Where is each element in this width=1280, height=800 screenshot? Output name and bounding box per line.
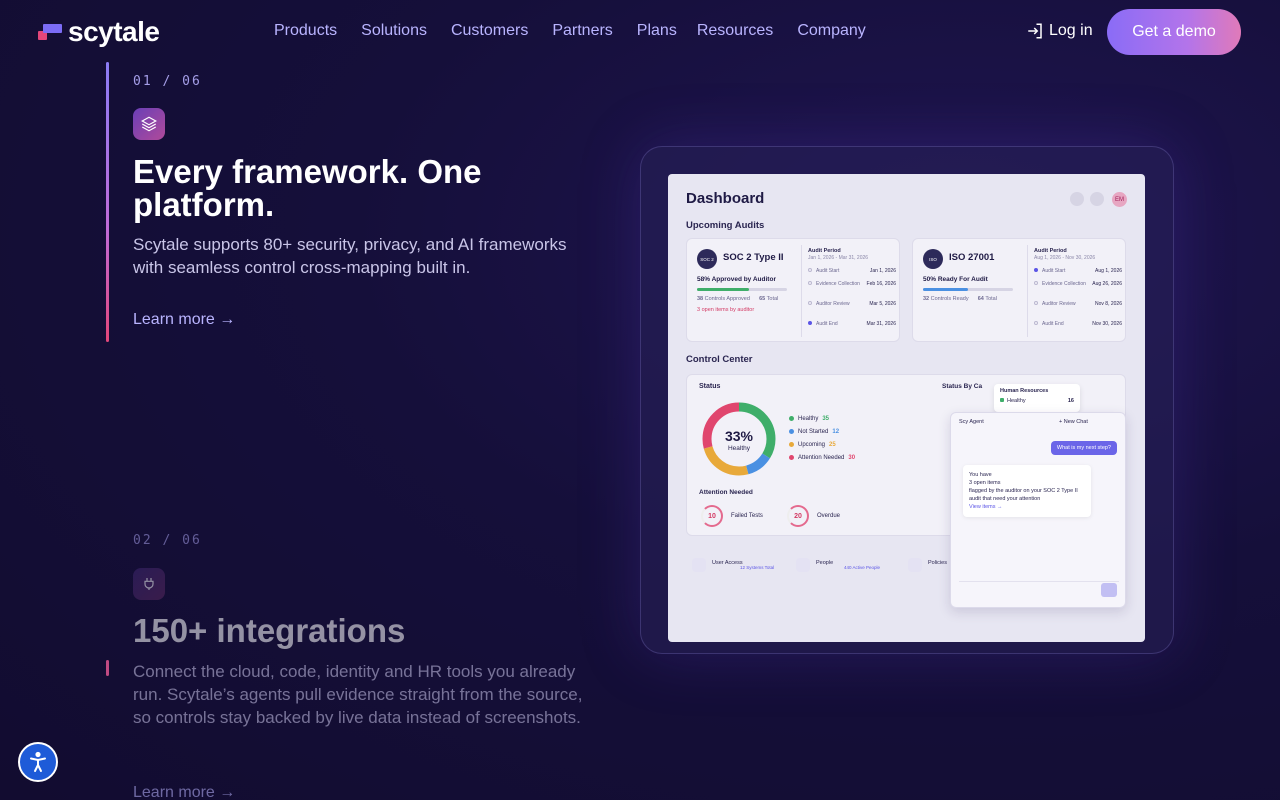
failed-tests-ring: 10	[701, 505, 723, 527]
menu-item-customers[interactable]: Customers	[451, 22, 528, 40]
upcoming-audits-label: Upcoming Audits	[686, 220, 765, 231]
feature-title: 150+ integrations	[133, 612, 406, 649]
audit-progress-bar	[923, 288, 1013, 291]
main-menu: Products Solutions Customers Partners Pl…	[274, 22, 890, 40]
overdue-label: Overdue	[817, 513, 841, 519]
audit-progress-bar	[697, 288, 787, 291]
failed-tests-label: Failed Tests	[731, 513, 763, 519]
audit-period-label: Audit Period	[808, 248, 841, 254]
iso-badge: ISO	[923, 249, 943, 269]
avatar: EM	[1112, 192, 1127, 207]
feature-title: Every framework. One platform.	[133, 155, 482, 221]
healthy-label: Healthy	[727, 445, 751, 452]
logo-mark-icon	[38, 21, 64, 43]
timeline-item: Audit End Nov 30, 2026	[1034, 321, 1122, 327]
audit-controls: 32 Controls Ready 64 Total	[923, 296, 997, 302]
feature-description: Connect the cloud, code, identity and HR…	[133, 662, 583, 727]
login-link[interactable]: Log in	[1026, 22, 1093, 40]
view-items-link[interactable]: View items →	[969, 504, 1003, 510]
people-card: People 440 Active People	[790, 552, 890, 606]
divider	[801, 245, 802, 337]
learn-more-link[interactable]: Learn more →	[133, 311, 235, 329]
step-counter: 02 / 06	[133, 533, 202, 548]
get-a-demo-button[interactable]: Get a demo	[1107, 9, 1241, 55]
audit-readiness: 50% Ready For Audit	[923, 276, 988, 283]
audit-card-soc2: SOC 2 SOC 2 Type II 58% Approved by Audi…	[686, 238, 900, 342]
agent-title: Scy Agent	[959, 419, 984, 425]
audit-name: ISO 27001	[949, 252, 995, 263]
open-items-link[interactable]: 3 open items by auditor	[697, 307, 754, 313]
menu-item-plans[interactable]: Plans	[637, 22, 677, 40]
login-label: Log in	[1049, 22, 1093, 39]
soc2-badge: SOC 2	[697, 249, 717, 269]
login-icon	[1028, 23, 1042, 39]
audit-period-label: Audit Period	[1034, 248, 1067, 254]
logo-text: scytale	[68, 16, 160, 47]
legend-not-started: Not Started 12	[789, 429, 839, 435]
agent-response: You have 3 open items flagged by the aud…	[963, 465, 1091, 517]
status-label: Status	[699, 383, 721, 390]
step-counter: 01 / 06	[133, 74, 202, 89]
layers-icon	[133, 108, 165, 140]
hr-status-popup: Human Resources Healthy 16	[994, 384, 1080, 412]
plug-icon	[133, 568, 165, 600]
overdue-ring: 20	[787, 505, 809, 527]
timeline-item: Auditor Review Nov 8, 2026	[1034, 301, 1122, 307]
dashboard-title: Dashboard	[686, 190, 765, 207]
scytale-logo[interactable]: scytale	[38, 16, 160, 48]
legend-healthy: Healthy 35	[789, 416, 829, 422]
attention-needed-label: Attention Needed	[699, 489, 753, 496]
user-access-card: User Access 12 Systems Total	[686, 552, 786, 606]
timeline-item: Evidence Collection Feb 16, 2026	[808, 281, 896, 287]
user-icon	[692, 558, 706, 572]
audit-controls: 38 Controls Approved 65 Total	[697, 296, 779, 302]
agent-user-message: What is my next step?	[1050, 441, 1117, 455]
timeline-item: Auditor Review Mar 5, 2026	[808, 301, 896, 307]
audit-card-iso27001: ISO ISO 27001 50% Ready For Audit 32 Con…	[912, 238, 1126, 342]
help-icon	[1090, 192, 1104, 206]
accessibility-button[interactable]	[18, 742, 58, 782]
menu-item-resources[interactable]: Resources	[697, 22, 773, 40]
hr-title: Human Resources	[1000, 388, 1049, 394]
legend-attention: Attention Needed 30	[789, 455, 855, 461]
menu-item-solutions[interactable]: Solutions	[361, 22, 427, 40]
progress-tick	[106, 660, 109, 676]
people-icon	[796, 558, 810, 572]
timeline-item: Evidence Collection Aug 26, 2026	[1034, 281, 1122, 287]
bottom-cards: User Access 12 Systems Total People 440 …	[686, 552, 1126, 616]
new-chat-button[interactable]: + New Chat	[1059, 419, 1088, 425]
control-center-label: Control Center	[686, 354, 753, 365]
timeline-item: Audit Start Jan 1, 2026	[808, 268, 896, 274]
bell-icon	[1070, 192, 1084, 206]
status-by-category-label: Status By Ca	[942, 383, 983, 390]
progress-line	[106, 62, 109, 342]
audit-period: Aug 1, 2026 - Nov 30, 2026	[1034, 255, 1096, 261]
audit-name: SOC 2 Type II	[723, 252, 784, 263]
menu-item-company[interactable]: Company	[797, 22, 865, 40]
policies-card: Policies	[902, 552, 1002, 606]
menu-item-products[interactable]: Products	[274, 22, 337, 40]
feature-title-line1: Every framework. One	[133, 153, 482, 190]
legend-upcoming: Upcoming 25	[789, 442, 836, 448]
accessibility-icon	[30, 751, 46, 772]
divider	[1027, 245, 1028, 337]
audit-readiness: 58% Approved by Auditor	[697, 276, 776, 283]
feature-description: Scytale supports 80+ security, privacy, …	[133, 235, 567, 277]
policy-icon	[908, 558, 922, 572]
healthy-percent: 33%	[724, 428, 754, 444]
hr-status: Healthy 16	[1000, 398, 1074, 404]
dashboard-preview: Dashboard EM Upcoming Audits SOC 2 SOC 2…	[668, 174, 1145, 642]
menu-item-partners[interactable]: Partners	[552, 22, 612, 40]
timeline-item: Audit End Mar 31, 2026	[808, 321, 896, 327]
top-navigation: scytale Products Solutions Customers Par…	[0, 0, 1280, 64]
timeline-item: Audit Start Aug 1, 2026	[1034, 268, 1122, 274]
audit-period: Jan 1, 2026 - Mar 31, 2026	[808, 255, 869, 261]
feature-title-line2: platform.	[133, 186, 275, 223]
learn-more-link[interactable]: Learn more →	[133, 784, 235, 800]
